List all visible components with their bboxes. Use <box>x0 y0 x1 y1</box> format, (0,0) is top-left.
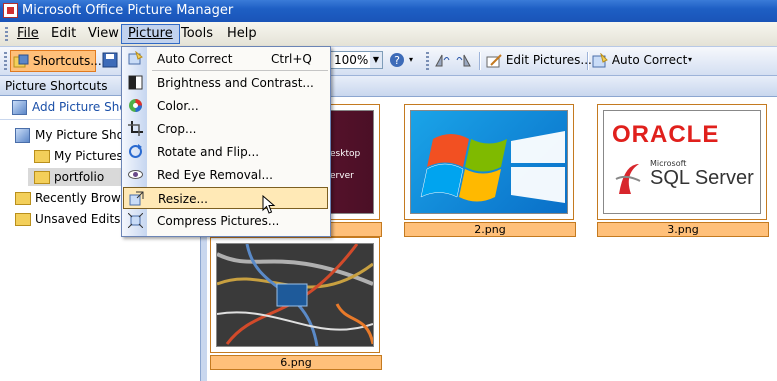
thumbnail-6[interactable] <box>210 237 380 353</box>
chevron-down-icon: ▼ <box>370 52 382 68</box>
add-shortcut-icon <box>12 100 27 115</box>
red-eye-icon <box>128 167 143 182</box>
rotate-right-icon[interactable] <box>456 50 474 70</box>
menu-item-color[interactable]: Color... <box>123 95 328 117</box>
menu-tools[interactable]: Tools <box>175 25 219 43</box>
menu-item-red-eye-removal[interactable]: Red Eye Removal... <box>123 164 328 186</box>
shortcuts-button[interactable]: Shortcuts... <box>10 50 102 72</box>
menu-item-auto-correct[interactable]: Auto Correct Ctrl+Q <box>123 48 328 70</box>
menu-view[interactable]: View <box>82 25 125 43</box>
app-icon <box>3 3 18 18</box>
folder-icon <box>34 171 50 184</box>
thumbnail-text: esktop <box>330 149 361 159</box>
brightness-icon <box>128 75 143 90</box>
thumbnail-caption: 6.png <box>210 355 382 370</box>
picture-menu-dropdown: Auto Correct Ctrl+Q Brightness and Contr… <box>121 46 331 237</box>
menu-item-brightness-contrast[interactable]: Brightness and Contrast... <box>123 72 328 94</box>
rotate-left-icon[interactable] <box>434 50 452 70</box>
thumbnail-2[interactable] <box>404 104 574 220</box>
shortcuts-folder-icon <box>15 128 30 143</box>
zoom-select[interactable]: 100% ▼ <box>330 51 383 69</box>
oracle-logo-text: ORACLE <box>612 121 720 148</box>
computer-internals-image <box>216 243 374 347</box>
auto-correct-icon <box>592 51 608 69</box>
toolbar-grip[interactable] <box>4 52 7 70</box>
toolbar-separator <box>587 52 589 70</box>
save-icon[interactable] <box>102 50 122 70</box>
menu-file[interactable]: File <box>11 25 45 43</box>
window-title: Microsoft Office Picture Manager <box>22 3 234 18</box>
resize-icon <box>129 191 144 206</box>
edit-pictures-icon <box>486 53 502 69</box>
thumbnail-caption: 2.png <box>404 222 576 237</box>
auto-correct-button[interactable]: Auto Correct <box>592 50 687 70</box>
menu-picture[interactable]: Picture <box>121 24 180 44</box>
crop-icon <box>128 121 143 136</box>
title-bar: Microsoft Office Picture Manager <box>0 0 777 22</box>
help-icon[interactable]: ? <box>389 50 407 70</box>
auto-correct-icon <box>128 50 143 66</box>
menubar-grip[interactable] <box>5 27 8 42</box>
menu-bar: File Edit View Picture Tools Help <box>0 22 777 47</box>
menu-edit[interactable]: Edit <box>45 25 82 43</box>
menu-item-crop[interactable]: Crop... <box>123 118 328 140</box>
menu-item-compress-pictures[interactable]: Compress Pictures... <box>123 210 328 232</box>
thumbnail-text: erver <box>330 171 354 181</box>
oracle-sql-image: ORACLE Microsoft SQL Server <box>603 110 761 214</box>
thumbnail-caption: 3.png <box>597 222 769 237</box>
folder-icon <box>15 192 31 205</box>
folder-icon <box>15 213 31 226</box>
rotate-icon <box>128 144 143 159</box>
toolbar-options-icon[interactable]: ▾ <box>409 50 419 70</box>
tree-item-my-pictures[interactable]: My Pictures <box>34 147 123 165</box>
toolbar2-grip[interactable] <box>426 52 429 70</box>
svg-text:?: ? <box>394 54 400 67</box>
compress-icon <box>127 212 144 229</box>
color-wheel-icon <box>128 98 143 113</box>
sql-server-logo <box>615 164 641 194</box>
menu-item-rotate-flip[interactable]: Rotate and Flip... <box>123 141 328 163</box>
windows-logo-image <box>410 110 568 214</box>
tree-item-unsaved-edits[interactable]: Unsaved Edits <box>15 210 120 228</box>
folder-icon <box>34 150 50 163</box>
toolbar-separator <box>479 52 481 70</box>
thumbnail-3[interactable]: ORACLE Microsoft SQL Server <box>597 104 767 220</box>
menu-help[interactable]: Help <box>221 25 263 43</box>
edit-pictures-button[interactable]: Edit Pictures... <box>486 50 592 70</box>
menu-separator <box>152 70 328 71</box>
menu-item-resize[interactable]: Resize... <box>123 187 328 209</box>
sql-server-text: SQL Server <box>650 167 754 189</box>
shortcuts-icon <box>13 54 29 70</box>
toolbar-options-icon[interactable]: ▾ <box>688 50 698 70</box>
toolbar: Shortcuts... 100% ▼ ? ▾ Edit Pictures...… <box>0 47 777 76</box>
mouse-cursor-icon <box>262 195 276 214</box>
